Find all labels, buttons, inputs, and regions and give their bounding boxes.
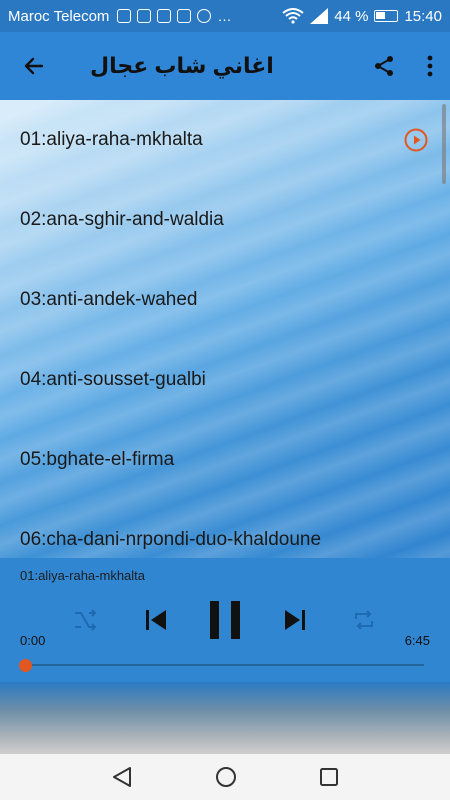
back-nav-icon[interactable] — [111, 766, 133, 788]
navigation-bar — [0, 754, 450, 800]
battery-percentage: 44 % — [334, 7, 369, 25]
player-panel: 01:aliya-raha-mkhalta 0:00 6:45 — [0, 558, 450, 682]
track-list[interactable]: 01:aliya-raha-mkhalta 02:ana-sghir-and-w… — [0, 100, 450, 558]
arrow-back-icon — [24, 57, 44, 75]
repeat-button[interactable] — [351, 608, 377, 632]
skip-next-icon — [285, 610, 305, 630]
track-item[interactable]: 02:ana-sghir-and-waldia — [0, 180, 450, 260]
page-title: اغاني شاب عجال — [90, 53, 274, 78]
track-item[interactable]: 06:cha-dani-nrpondi-duo-khaldoune — [0, 500, 450, 558]
more-vert-icon — [427, 55, 433, 77]
track-title: 05:bghate-el-firma — [20, 449, 175, 470]
previous-button[interactable] — [142, 604, 170, 636]
status-bar: Maroc Telecom … 44 % 15:40 — [0, 0, 450, 32]
carrier-name: Maroc Telecom — [8, 7, 110, 25]
current-time: 0:00 — [20, 633, 46, 648]
notification-icon — [137, 9, 152, 23]
notification-icons: … — [117, 8, 232, 24]
notification-icon — [177, 9, 192, 23]
repeat-icon — [355, 610, 373, 630]
clock: 15:40 — [404, 7, 442, 25]
scrollbar[interactable] — [442, 104, 446, 184]
pause-icon — [210, 601, 240, 639]
signal-icon — [310, 8, 329, 24]
notification-icon — [157, 9, 172, 23]
shuffle-icon — [75, 609, 97, 631]
track-item[interactable]: 05:bghate-el-firma — [0, 420, 450, 500]
background-area — [0, 682, 450, 754]
seek-bar[interactable] — [24, 664, 424, 666]
recents-nav-icon[interactable] — [319, 767, 339, 787]
play-circle-icon[interactable] — [404, 128, 428, 152]
share-button[interactable] — [358, 32, 410, 100]
overflow-menu-button[interactable] — [410, 32, 450, 100]
track-item[interactable]: 01:aliya-raha-mkhalta — [0, 100, 450, 180]
track-title: 03:anti-andek-wahed — [20, 289, 198, 310]
track-title: 06:cha-dani-nrpondi-duo-khaldoune — [20, 529, 322, 550]
home-nav-icon[interactable] — [215, 766, 237, 788]
next-button[interactable] — [281, 604, 309, 636]
phone-icon — [197, 9, 212, 23]
track-item[interactable]: 04:anti-sousset-gualbi — [0, 340, 450, 420]
shuffle-button[interactable] — [72, 608, 98, 632]
wifi-icon — [282, 8, 304, 24]
more-notifications-icon: … — [217, 8, 233, 24]
now-playing-title: 01:aliya-raha-mkhalta — [20, 568, 146, 583]
track-item[interactable]: 03:anti-andek-wahed — [0, 260, 450, 340]
share-icon — [375, 56, 393, 76]
seek-thumb[interactable] — [19, 659, 32, 672]
total-time: 6:45 — [404, 633, 430, 648]
track-title: 01:aliya-raha-mkhalta — [20, 129, 203, 150]
notification-icon — [117, 9, 132, 23]
pause-button[interactable] — [206, 598, 244, 642]
back-button[interactable] — [0, 32, 68, 100]
track-title: 02:ana-sghir-and-waldia — [20, 209, 224, 230]
playback-controls — [0, 598, 450, 642]
track-title: 04:anti-sousset-gualbi — [20, 369, 206, 390]
battery-icon — [374, 10, 399, 22]
skip-previous-icon — [146, 610, 166, 630]
app-bar: اغاني شاب عجال — [0, 32, 450, 100]
